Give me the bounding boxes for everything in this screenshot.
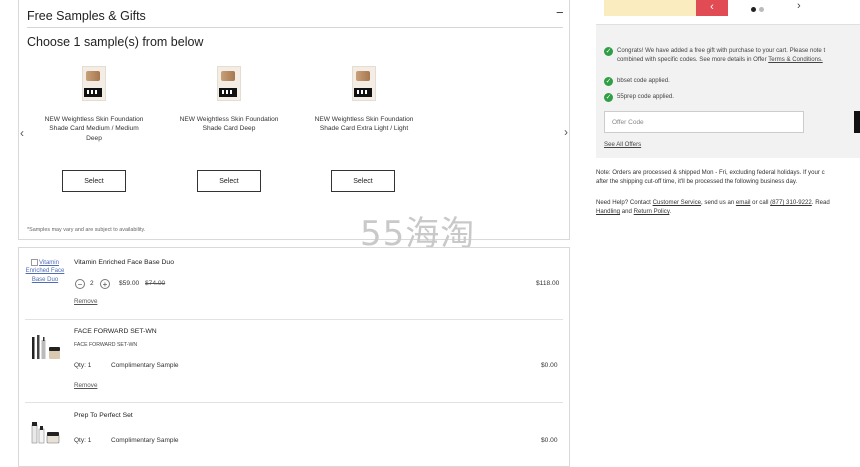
original-price: $74.00	[145, 280, 166, 287]
carousel-dot-active[interactable]	[751, 7, 756, 12]
chevron-right-icon[interactable]: ›	[797, 0, 801, 12]
broken-image-icon	[31, 259, 39, 266]
complimentary-note: Complimentary Sample	[111, 362, 179, 369]
see-all-offers-link[interactable]: See All Offers	[604, 141, 641, 148]
handling-link[interactable]: Handling	[596, 208, 620, 215]
collapse-icon[interactable]: −	[556, 5, 564, 20]
sample-card: NEW Weightless Skin Foundation Shade Car…	[179, 66, 279, 134]
line-total: $118.00	[536, 280, 560, 287]
sample-shade-card-image	[217, 66, 241, 101]
cart-item-subtitle: FACE FORWARD SET-WN	[74, 342, 138, 348]
sample-card: NEW Weightless Skin Foundation Shade Car…	[44, 66, 144, 143]
sample-name: NEW Weightless Skin Foundation Shade Car…	[314, 116, 414, 133]
item-divider	[25, 319, 563, 320]
summary-divider	[596, 24, 860, 25]
remove-link[interactable]: Remove	[74, 298, 97, 305]
select-sample-button[interactable]: Select	[62, 170, 126, 192]
check-icon: ✓	[604, 77, 613, 86]
line-total: $0.00	[541, 437, 558, 444]
terms-link[interactable]: Terms & Conditions.	[768, 56, 823, 63]
email-link[interactable]: email	[736, 199, 751, 206]
title-divider	[27, 27, 563, 28]
samples-title: Free Samples & Gifts	[27, 9, 146, 23]
help-note: Need Help? Contact Customer Service, sen…	[596, 199, 830, 215]
product-image-broken[interactable]: Vitamin Enriched Face Base Duo	[25, 259, 65, 284]
offer-code-input[interactable]	[604, 111, 804, 133]
select-sample-button[interactable]: Select	[331, 170, 395, 192]
phone-link[interactable]: (877) 310-9222	[770, 199, 812, 206]
face-forward-set-image	[29, 334, 63, 362]
prep-to-perfect-set-image	[29, 419, 63, 445]
product-set-icon	[32, 335, 60, 359]
cart-item-title: Prep To Perfect Set	[74, 412, 133, 419]
code-applied-message: bbset code applied.	[617, 77, 670, 84]
samples-disclaimer: *Samples may vary and are subject to ava…	[27, 227, 146, 233]
qty-label: Qty: 1	[74, 437, 92, 444]
sample-shade-card-image	[352, 66, 376, 101]
select-sample-button[interactable]: Select	[197, 170, 261, 192]
gift-message: Congrats! We have added a free gift with…	[617, 47, 826, 63]
remove-link[interactable]: Remove	[74, 382, 97, 389]
samples-panel: Free Samples & Gifts − Choose 1 sample(s…	[18, 0, 570, 240]
cart-item-title: FACE FORWARD SET-WN	[74, 328, 157, 335]
return-policy-link[interactable]: Return Policy	[634, 208, 670, 215]
carousel-dot[interactable]	[759, 7, 764, 12]
promo-banner-yellow[interactable]	[604, 0, 696, 16]
line-total: $0.00	[541, 362, 558, 369]
apply-offer-button[interactable]	[854, 111, 860, 133]
promo-prev-button[interactable]: ‹	[696, 0, 728, 16]
shipping-note: Note: Orders are processed & shipped Mon…	[596, 169, 825, 185]
sample-card: NEW Weightless Skin Foundation Shade Car…	[314, 66, 414, 134]
item-divider	[25, 402, 563, 403]
check-icon: ✓	[604, 47, 613, 56]
qty-label: Qty: 1	[74, 362, 92, 369]
cart-items-panel: Vitamin Enriched Face Base Duo Vitamin E…	[18, 247, 570, 467]
code-applied-message: 55prep code applied.	[617, 93, 674, 100]
check-icon: ✓	[604, 93, 613, 102]
customer-service-link[interactable]: Customer Service	[653, 199, 701, 206]
product-set-icon	[31, 422, 60, 444]
complimentary-note: Complimentary Sample	[111, 437, 179, 444]
carousel-next-icon[interactable]: ›	[564, 125, 568, 139]
qty-value: 2	[90, 280, 94, 287]
sample-name: NEW Weightless Skin Foundation Shade Car…	[179, 116, 279, 133]
offers-summary: ✓ Congrats! We have added a free gift wi…	[596, 24, 860, 158]
chevron-left-icon: ‹	[710, 1, 714, 13]
cart-item-title: Vitamin Enriched Face Base Duo	[74, 259, 174, 266]
carousel-prev-icon[interactable]: ‹	[20, 126, 24, 140]
qty-plus-button[interactable]: +	[100, 279, 110, 289]
samples-subtitle: Choose 1 sample(s) from below	[27, 35, 204, 49]
sale-price: $59.00	[119, 280, 140, 287]
qty-minus-button[interactable]: −	[75, 279, 85, 289]
sample-shade-card-image	[82, 66, 106, 101]
sample-name: NEW Weightless Skin Foundation Shade Car…	[44, 116, 144, 142]
